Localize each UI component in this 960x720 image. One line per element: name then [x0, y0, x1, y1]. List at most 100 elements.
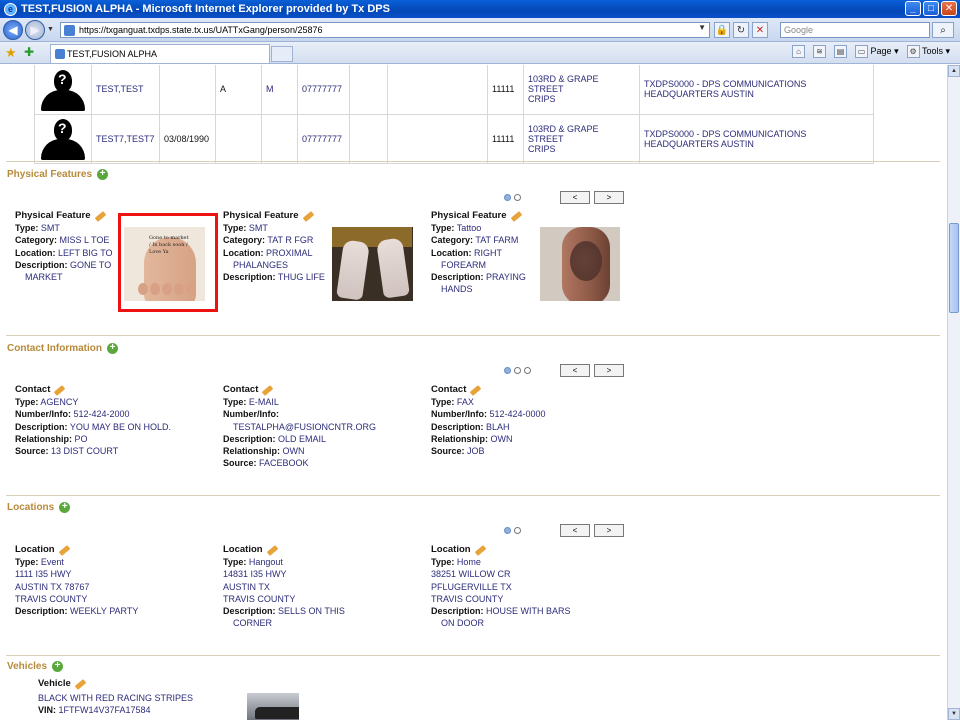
agency-line2: HEADQUARTERS AUSTIN [644, 138, 754, 149]
agency-line1: TXDPS0000 - DPS COMMUNICATIONS [644, 79, 807, 90]
agency-link[interactable]: TXDPS0000 - DPS COMMUNICATIONS HEADQUART… [639, 65, 874, 115]
favorites-star-icon[interactable]: ★ [5, 45, 17, 61]
window-title: TEST,FUSION ALPHA - Microsoft Internet E… [21, 3, 390, 15]
source-label: Source: [15, 446, 49, 457]
edit-pencil-icon[interactable] [266, 544, 278, 556]
contacts-next-button[interactable]: > [594, 364, 624, 377]
scroll-down-icon[interactable]: ▼ [948, 708, 960, 720]
back-button[interactable]: ◀ [3, 19, 23, 40]
physical-features-title: Physical Features + [7, 169, 109, 180]
contacts-prev-button[interactable]: < [560, 364, 590, 377]
location-label: Location: [15, 247, 56, 258]
page-dot[interactable] [514, 527, 521, 534]
locations-prev-button[interactable]: < [560, 524, 590, 537]
search-input[interactable]: Google [780, 22, 930, 38]
type-label: Type: [223, 397, 247, 408]
gang-line2: CRIPS [528, 143, 556, 154]
page-menu-label: Page [870, 46, 892, 56]
tab-bar: ★ ✚ TEST,FUSION ALPHA ⌂ ≋ ▤ ▭ Page ▾ ⚙ T… [0, 42, 960, 64]
tab-current[interactable]: TEST,FUSION ALPHA [50, 44, 270, 63]
close-button[interactable]: ✕ [941, 1, 957, 16]
avatar-cell: ? [34, 113, 92, 164]
edit-pencil-icon[interactable] [510, 210, 522, 222]
type-label: Type: [15, 223, 39, 234]
minimize-button[interactable]: _ [905, 1, 921, 16]
page-dot[interactable] [504, 527, 511, 534]
page-dot[interactable] [504, 194, 511, 201]
edit-pencil-icon[interactable] [54, 384, 66, 396]
table-row: ? TEST7,TEST7 03/08/1990 07777777 11111 … [34, 113, 874, 164]
person-zip: 11111 [487, 113, 524, 164]
address-line2: AUSTIN TX [223, 581, 270, 592]
add-physical-feature-icon[interactable]: + [97, 169, 109, 180]
edit-pencil-icon[interactable] [262, 384, 274, 396]
scroll-up-icon[interactable]: ▲ [948, 65, 960, 77]
agency-link[interactable]: TXDPS0000 - DPS COMMUNICATIONS HEADQUART… [639, 113, 874, 164]
person-name-link[interactable]: TEST7,TEST7 [91, 113, 160, 164]
page-menu[interactable]: ▭ Page ▾ [855, 45, 899, 58]
contact-relationship: OWN [282, 446, 305, 457]
category-label: Category: [431, 235, 474, 246]
address-input[interactable]: https://txganguat.txdps.state.tx.us/UATT… [60, 22, 710, 38]
vehicles-title-text: Vehicles [7, 661, 48, 672]
edit-pencil-icon[interactable] [94, 210, 106, 222]
maximize-button[interactable]: □ [923, 1, 939, 16]
edit-pencil-icon[interactable] [302, 210, 314, 222]
vin-label: VIN: [38, 705, 56, 716]
contact-relationship: OWN [490, 433, 513, 444]
add-contact-icon[interactable]: + [107, 343, 118, 354]
add-location-icon[interactable]: + [59, 502, 71, 513]
feature-category: TAT R FGR [267, 235, 314, 246]
ie-logo-icon: e [4, 2, 17, 16]
add-favorite-icon[interactable]: ✚ [24, 45, 34, 59]
locations-title-text: Locations [7, 502, 55, 513]
feeds-icon[interactable]: ≋ [813, 45, 827, 58]
tools-menu[interactable]: ⚙ Tools ▾ [906, 45, 950, 58]
feature-type: SMT [40, 223, 60, 234]
page-dot[interactable] [514, 194, 521, 201]
physical-features-next-button[interactable]: > [594, 191, 624, 204]
address-dropdown-icon[interactable]: ▼ [698, 23, 706, 32]
stop-icon[interactable]: ✕ [752, 22, 768, 38]
edit-pencil-icon[interactable] [74, 678, 87, 690]
lock-icon[interactable]: 🔒 [714, 22, 730, 38]
hands-tattoo-photo[interactable] [332, 227, 413, 301]
page-dot[interactable] [504, 367, 511, 374]
vehicle-photo[interactable] [247, 693, 299, 720]
physical-features-pager-dots [504, 194, 521, 201]
location-type: Event [40, 557, 64, 568]
gang-link[interactable]: 103RD & GRAPE STREET CRIPS [523, 65, 640, 115]
contacts-pager-dots [504, 367, 531, 374]
category-label: Category: [223, 235, 266, 246]
new-tab-button[interactable] [271, 46, 293, 62]
scroll-thumb[interactable] [949, 223, 959, 313]
add-vehicle-icon[interactable]: + [52, 661, 64, 672]
person-name-link[interactable]: TEST,TEST [91, 65, 160, 115]
vertical-scrollbar[interactable]: ▲ ▼ [947, 65, 960, 720]
gang-line1: 103RD & GRAPE STREET [528, 74, 599, 95]
page-dot[interactable] [524, 367, 531, 374]
forward-button[interactable]: ▶ [25, 19, 45, 40]
source-label: Source: [223, 458, 257, 469]
home-icon[interactable]: ⌂ [792, 45, 806, 58]
gang-link[interactable]: 103RD & GRAPE STREET CRIPS [523, 113, 640, 164]
number-label: Number/Info: [431, 409, 487, 420]
type-label: Type: [431, 557, 455, 568]
contact-heading: Contact [431, 384, 467, 395]
feature-location: RIGHT [474, 247, 503, 258]
forearm-tattoo-photo[interactable] [540, 227, 620, 301]
print-icon[interactable]: ▤ [834, 45, 848, 58]
refresh-icon[interactable]: ↻ [733, 22, 749, 38]
locations-next-button[interactable]: > [594, 524, 624, 537]
edit-pencil-icon[interactable] [474, 544, 486, 556]
address-line1: 38251 WILLOW CR [431, 569, 511, 580]
page-dot[interactable] [514, 367, 521, 374]
history-dropdown-icon[interactable]: ▼ [47, 26, 54, 33]
edit-pencil-icon[interactable] [58, 544, 70, 556]
search-icon[interactable]: ⌕ [932, 22, 954, 38]
location-heading: Location [431, 544, 471, 555]
physical-features-prev-button[interactable]: < [560, 191, 590, 204]
feature-location-cont: FOREARM [441, 259, 486, 270]
relationship-label: Relationship: [15, 433, 73, 444]
edit-pencil-icon[interactable] [470, 384, 482, 396]
